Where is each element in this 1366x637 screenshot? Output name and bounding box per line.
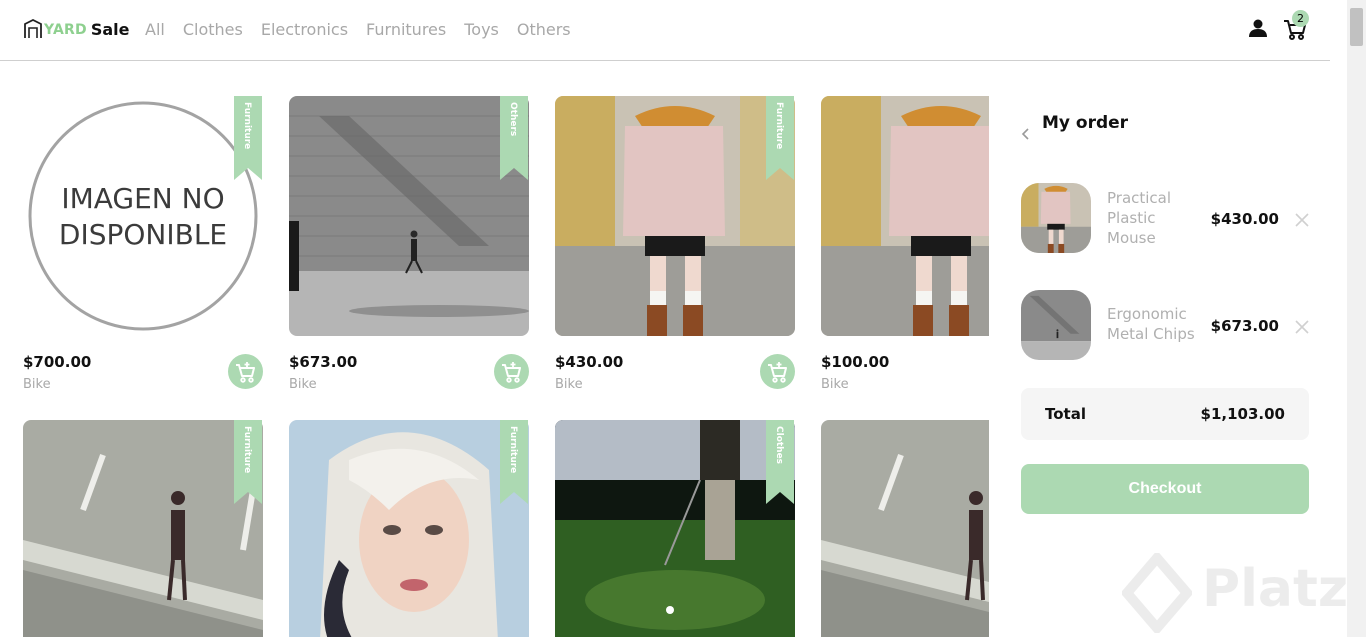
category-label: Furniture — [508, 426, 518, 474]
category-ribbon: Furniture — [234, 420, 262, 504]
cart-count-badge: 2 — [1292, 10, 1309, 27]
coat-woman-thumb — [1021, 183, 1091, 253]
no-image-line2: DISPONIBLE — [59, 218, 227, 251]
wall-walker-thumb — [1021, 290, 1091, 360]
order-item-name: Ergonomic Metal Chips — [1107, 305, 1195, 343]
product-image[interactable] — [289, 420, 529, 637]
order-item-image — [1021, 183, 1091, 253]
product-name: Bike — [821, 377, 849, 392]
add-to-cart-button[interactable] — [760, 354, 795, 389]
product-image[interactable] — [289, 96, 529, 336]
blonde-woman-photo — [289, 420, 529, 637]
category-ribbon: Clothes — [766, 420, 794, 504]
category-label: Others — [508, 102, 518, 137]
logo-sale-text: Sale — [90, 20, 130, 39]
navbar: YARD Sale All Clothes Electronics Furnit… — [0, 0, 1330, 61]
product-image[interactable] — [555, 96, 795, 336]
nav-link-all[interactable]: All — [145, 20, 165, 39]
order-item-image — [1021, 290, 1091, 360]
product-name: Bike — [555, 377, 583, 392]
platzi-watermark: Platzi — [1120, 550, 1366, 636]
product-price: $430.00 — [555, 353, 624, 371]
product-image[interactable] — [821, 420, 989, 637]
order-total: Total $1,103.00 — [1021, 388, 1309, 440]
platzi-logo-icon — [1120, 550, 1194, 636]
close-icon[interactable] — [1295, 213, 1309, 227]
order-item-name: Practical Plastic Mouse — [1107, 189, 1172, 247]
road-walker-photo — [821, 420, 989, 637]
add-to-cart-button[interactable] — [494, 354, 529, 389]
order-item-price: $430.00 — [1210, 210, 1279, 228]
order-item: Practical Plastic Mouse $430.00 — [1021, 183, 1309, 253]
category-nav: All Clothes Electronics Furnitures Toys … — [145, 20, 589, 39]
page-scrollbar[interactable] — [1347, 0, 1366, 637]
coat-woman-photo — [555, 96, 795, 336]
product-image[interactable] — [23, 420, 263, 637]
product-price: $673.00 — [289, 353, 358, 371]
no-image-line1: IMAGEN NO — [61, 182, 224, 215]
add-to-cart-icon — [502, 362, 521, 383]
product-grid: IMAGEN NO DISPONIBLE Furniture $700.00 B… — [23, 96, 989, 637]
total-value: $1,103.00 — [1200, 405, 1285, 423]
category-label: Furniture — [774, 102, 784, 150]
road-walker-photo — [23, 420, 263, 637]
chevron-left-icon[interactable] — [1020, 126, 1032, 142]
total-label: Total — [1045, 405, 1086, 423]
nav-link-clothes[interactable]: Clothes — [183, 20, 243, 39]
add-to-cart-button[interactable] — [228, 354, 263, 389]
add-to-cart-icon — [768, 362, 787, 383]
product-price: $700.00 — [23, 353, 92, 371]
scrollbar-thumb[interactable] — [1350, 8, 1363, 46]
category-ribbon: Furniture — [766, 96, 794, 180]
product-image[interactable] — [555, 420, 795, 637]
category-ribbon: Furniture — [234, 96, 262, 180]
logo[interactable]: YARD Sale — [24, 18, 130, 39]
logo-yard-text: YARD — [44, 22, 87, 38]
category-ribbon: Furniture — [500, 420, 528, 504]
watermark-text: Platzi — [1202, 559, 1366, 619]
product-image[interactable] — [821, 96, 989, 336]
golfer-photo — [555, 420, 795, 637]
wall-walker-photo — [289, 96, 529, 336]
store-icon — [24, 18, 42, 38]
nav-link-toys[interactable]: Toys — [464, 20, 499, 39]
category-ribbon: Others — [500, 96, 528, 180]
product-name: Bike — [23, 377, 51, 392]
category-label: Furniture — [242, 102, 252, 150]
order-title: My order — [1042, 113, 1129, 133]
nav-link-furnitures[interactable]: Furnitures — [366, 20, 446, 39]
coat-woman-photo — [821, 96, 989, 336]
order-item-price: $673.00 — [1210, 317, 1279, 335]
category-label: Furniture — [242, 426, 252, 474]
order-item: Ergonomic Metal Chips $673.00 — [1021, 290, 1309, 360]
product-image[interactable]: IMAGEN NO DISPONIBLE — [23, 96, 263, 336]
category-label: Clothes — [774, 426, 784, 465]
product-price: $100.00 — [821, 353, 890, 371]
nav-link-others[interactable]: Others — [517, 20, 571, 39]
close-icon[interactable] — [1295, 320, 1309, 334]
add-to-cart-icon — [236, 362, 255, 383]
product-name: Bike — [289, 377, 317, 392]
no-image-placeholder: IMAGEN NO DISPONIBLE — [23, 96, 263, 336]
checkout-button[interactable]: Checkout — [1021, 464, 1309, 514]
user-icon[interactable] — [1248, 18, 1268, 38]
nav-link-electronics[interactable]: Electronics — [261, 20, 348, 39]
